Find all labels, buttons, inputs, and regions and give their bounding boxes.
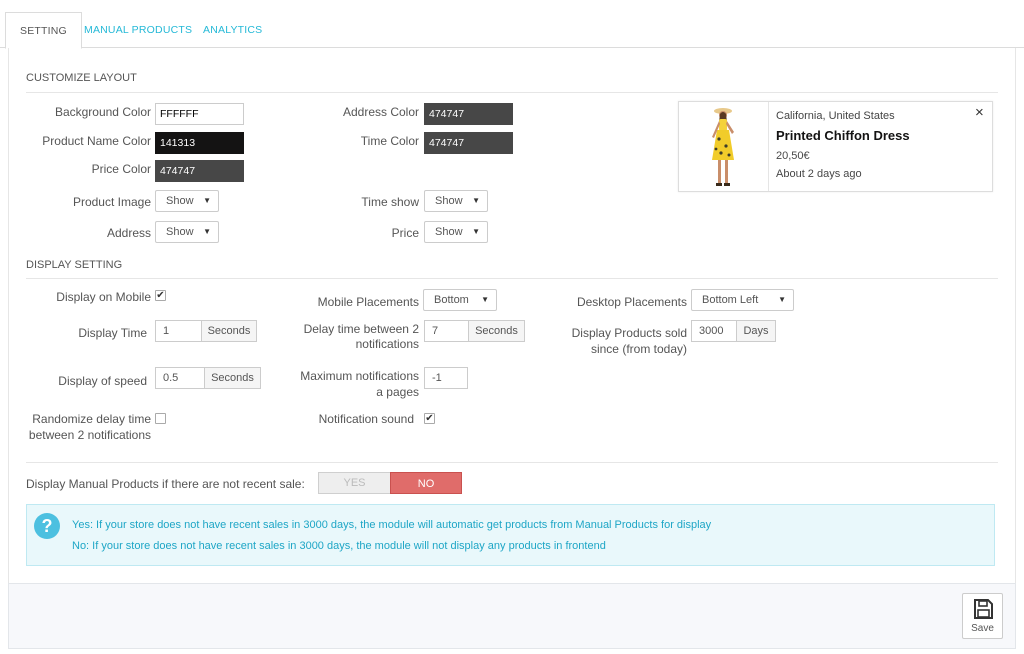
price-select[interactable]: Show ▼ bbox=[424, 221, 488, 243]
switch-yes-option[interactable]: YES bbox=[319, 473, 390, 493]
products-sold-label-line2: since (from today) bbox=[590, 342, 687, 356]
display-on-mobile-label: Display on Mobile bbox=[56, 290, 151, 304]
chevron-down-icon: ▼ bbox=[203, 196, 211, 205]
delay-time-unit: Seconds bbox=[468, 320, 525, 342]
products-sold-input[interactable]: 3000 bbox=[691, 320, 737, 342]
notification-sound-label: Notification sound bbox=[318, 412, 414, 426]
product-name-color-input[interactable]: 141313 bbox=[155, 132, 244, 154]
panel-footer bbox=[8, 583, 1016, 649]
divider bbox=[26, 92, 998, 93]
products-sold-label-line1: Display Products sold bbox=[571, 326, 687, 340]
delay-time-label-line2: notifications bbox=[355, 337, 419, 351]
display-time-label: Display Time bbox=[78, 326, 147, 340]
product-image-label: Product Image bbox=[72, 195, 151, 209]
time-show-value: Show bbox=[435, 195, 463, 207]
address-color-label: Address Color bbox=[342, 105, 419, 119]
display-time-input[interactable]: 1 bbox=[155, 320, 202, 342]
switch-no-option[interactable]: NO bbox=[390, 472, 462, 494]
display-of-speed-label: Display of speed bbox=[58, 374, 147, 388]
chevron-down-icon: ▼ bbox=[203, 227, 211, 236]
info-line-no: No: If your store does not have recent s… bbox=[72, 540, 606, 552]
display-time-unit: Seconds bbox=[201, 320, 257, 342]
close-icon[interactable]: × bbox=[975, 104, 984, 121]
save-icon bbox=[973, 599, 993, 619]
background-color-input[interactable]: FFFFFF bbox=[155, 103, 244, 125]
max-notifications-input[interactable]: -1 bbox=[424, 367, 468, 389]
chevron-down-icon: ▼ bbox=[472, 227, 480, 236]
manual-products-switch[interactable]: YES NO bbox=[318, 472, 462, 494]
time-color-input[interactable]: 474747 bbox=[424, 132, 513, 154]
products-sold-unit: Days bbox=[736, 320, 776, 342]
tab-manual-products[interactable]: MANUAL PRODUCTS bbox=[70, 12, 206, 48]
info-line-yes: Yes: If your store does not have recent … bbox=[72, 519, 712, 531]
display-setting-title: DISPLAY SETTING bbox=[26, 259, 123, 271]
manual-products-label: Display Manual Products if there are not… bbox=[26, 477, 305, 491]
mobile-placements-label: Mobile Placements bbox=[317, 295, 419, 309]
price-color-label: Price Color bbox=[91, 162, 151, 176]
product-image bbox=[679, 102, 769, 191]
mobile-placements-value: Bottom bbox=[434, 294, 469, 306]
display-on-mobile-checkbox[interactable]: ✔ bbox=[155, 290, 166, 301]
product-image-value: Show bbox=[166, 195, 194, 207]
time-show-select[interactable]: Show ▼ bbox=[424, 190, 488, 212]
randomize-label-line1: Randomize delay time bbox=[32, 412, 151, 426]
notification-sound-checkbox[interactable]: ✔ bbox=[424, 413, 435, 424]
save-button[interactable]: Save bbox=[962, 593, 1003, 639]
divider bbox=[26, 462, 998, 463]
desktop-placements-select[interactable]: Bottom Left ▼ bbox=[691, 289, 794, 311]
desktop-placements-label: Desktop Placements bbox=[576, 295, 687, 309]
delay-time-label-line1: Delay time between 2 bbox=[303, 322, 419, 336]
display-of-speed-input[interactable]: 0.5 bbox=[155, 367, 205, 389]
product-name-color-label: Product Name Color bbox=[42, 134, 151, 148]
chevron-down-icon: ▼ bbox=[472, 196, 480, 205]
preview-product-name: Printed Chiffon Dress bbox=[776, 128, 910, 143]
time-color-label: Time Color bbox=[360, 134, 419, 148]
price-color-input[interactable]: 474747 bbox=[155, 160, 244, 182]
price-label: Price bbox=[391, 226, 419, 240]
max-notifications-label-line2: a pages bbox=[376, 385, 419, 399]
tab-bar: SETTING MANUAL PRODUCTS ANALYTICS bbox=[0, 0, 1024, 49]
mobile-placements-select[interactable]: Bottom ▼ bbox=[423, 289, 497, 311]
preview-time: About 2 days ago bbox=[776, 168, 862, 180]
info-alert: ? Yes: If your store does not have recen… bbox=[26, 504, 995, 566]
randomize-label-line2: between 2 notifications bbox=[28, 428, 151, 442]
notification-preview: California, United States Printed Chiffo… bbox=[678, 101, 993, 192]
address-value: Show bbox=[166, 226, 194, 238]
time-show-label: Time show bbox=[361, 195, 419, 209]
divider bbox=[26, 278, 998, 279]
max-notifications-label-line1: Maximum notifications bbox=[300, 369, 419, 383]
help-icon: ? bbox=[34, 513, 60, 539]
desktop-placements-value: Bottom Left bbox=[702, 294, 759, 306]
delay-time-input[interactable]: 7 bbox=[424, 320, 469, 342]
address-color-input[interactable]: 474747 bbox=[424, 103, 513, 125]
preview-price: 20,50€ bbox=[776, 150, 810, 162]
tab-analytics[interactable]: ANALYTICS bbox=[189, 12, 276, 48]
product-image-select[interactable]: Show ▼ bbox=[155, 190, 219, 212]
customize-layout-title: CUSTOMIZE LAYOUT bbox=[26, 72, 137, 84]
address-label: Address bbox=[106, 226, 151, 240]
display-of-speed-unit: Seconds bbox=[204, 367, 261, 389]
chevron-down-icon: ▼ bbox=[778, 295, 786, 304]
price-value: Show bbox=[435, 226, 463, 238]
preview-location: California, United States bbox=[776, 110, 895, 122]
save-label: Save bbox=[971, 623, 994, 634]
randomize-checkbox[interactable] bbox=[155, 413, 166, 424]
chevron-down-icon: ▼ bbox=[481, 295, 489, 304]
address-select[interactable]: Show ▼ bbox=[155, 221, 219, 243]
background-color-label: Background Color bbox=[54, 105, 151, 119]
